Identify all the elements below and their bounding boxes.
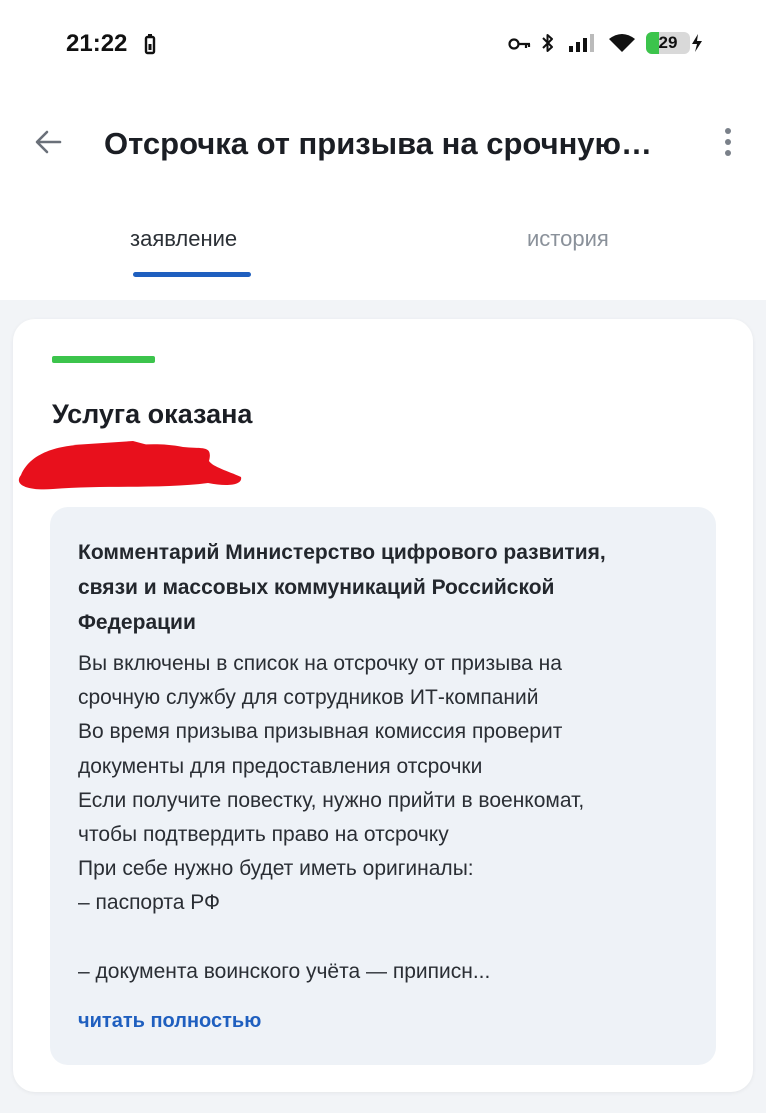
page-title: Отсрочка от призыва на срочную… [104, 126, 653, 161]
bluetooth-icon [540, 32, 556, 59]
comment-body: Вы включены в список на отсрочку от приз… [78, 647, 698, 989]
comment-line: Во время призыва призывная комиссия пров… [78, 720, 563, 744]
comment-line: Если получите повестку, нужно прийти в в… [78, 788, 585, 812]
tab-application[interactable]: заявление [130, 224, 237, 254]
more-vertical-icon [725, 128, 731, 156]
read-more-link[interactable]: читать полностью [78, 1007, 261, 1035]
arrow-left-icon [35, 130, 62, 154]
charging-bolt-icon [691, 33, 703, 58]
active-tab-indicator [133, 272, 251, 277]
status-time: 21:22 [66, 30, 128, 57]
comment-line: – документа воинского учёта — приписн... [78, 959, 491, 983]
battery-saver-icon [144, 33, 156, 60]
battery-level: 29 [658, 33, 678, 52]
tab-history[interactable]: история [527, 224, 609, 254]
comment-line: чтобы подтвердить право на отсрочку [78, 823, 449, 847]
key-icon [508, 36, 532, 57]
comment-title: Комментарий Министерство цифрового разви… [78, 535, 688, 640]
comment-title-line: связи и массовых коммуникаций Российской [78, 576, 555, 599]
service-status: Услуга оказана [52, 399, 253, 429]
comment-line: документы для предоставления отсрочки [78, 754, 483, 778]
back-button[interactable] [30, 122, 70, 162]
comment-line: срочную службу для сотрудников ИТ-компан… [78, 686, 539, 710]
signal-icon [568, 33, 598, 58]
redaction-mark [18, 441, 242, 490]
status-stripe [52, 356, 155, 363]
battery-indicator: 29 [646, 32, 690, 54]
more-button[interactable] [716, 122, 740, 162]
comment-line: При себе нужно будет иметь оригиналы: [78, 857, 474, 881]
service-card: Услуга оказана Комментарий Министерство … [13, 319, 753, 1092]
comment-title-line: Федерации [78, 611, 196, 634]
comment-line: – паспорта РФ [78, 891, 220, 915]
wifi-icon [608, 32, 636, 59]
comment-title-line: Комментарий Министерство цифрового разви… [78, 541, 606, 564]
comment-line: Вы включены в список на отсрочку от приз… [78, 652, 562, 675]
comment-blank-line [78, 921, 698, 955]
ministry-comment: Комментарий Министерство цифрового разви… [50, 507, 716, 1065]
